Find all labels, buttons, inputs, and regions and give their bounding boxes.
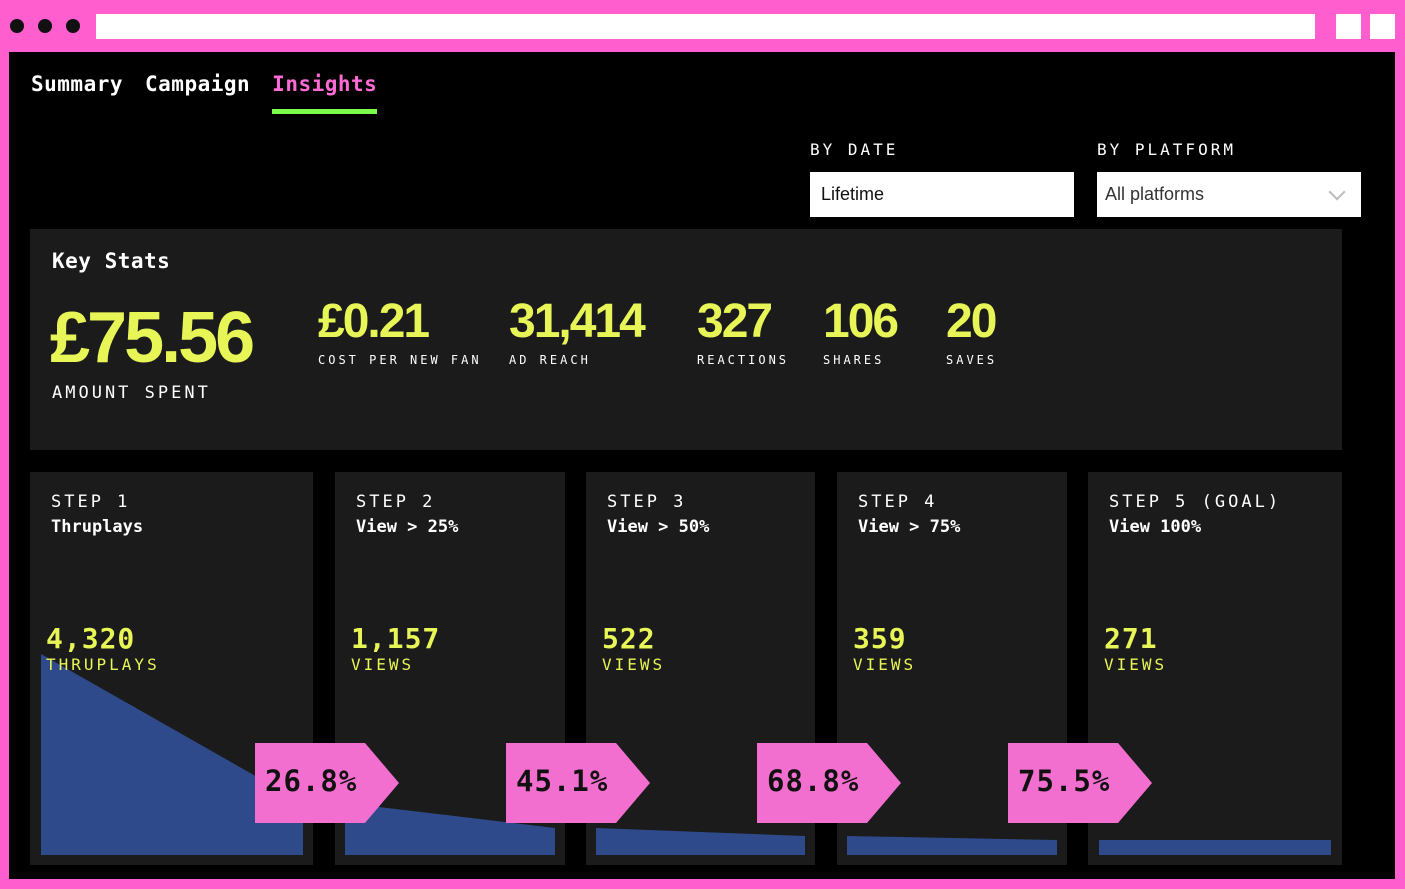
stat-value: 31,414	[509, 295, 646, 348]
step-number: STEP 1	[51, 492, 131, 512]
key-stats-panel: Key Stats £75.56 AMOUNT SPENT £0.21 COST…	[30, 229, 1342, 450]
date-filter-label: BY DATE	[810, 140, 899, 159]
conversion-rate: 26.8%	[265, 764, 358, 798]
stat-ad-reach: 31,414 AD REACH	[509, 295, 646, 368]
date-select[interactable]: Lifetime	[810, 172, 1074, 217]
stat-label: AD REACH	[509, 353, 591, 367]
window-dot-icon[interactable]	[10, 19, 24, 33]
stat-label: REACTIONS	[697, 353, 790, 367]
step-name: View > 75%	[858, 517, 961, 537]
step-unit: VIEWS	[853, 655, 917, 674]
step-name: View 100%	[1109, 517, 1202, 537]
key-stats-title: Key Stats	[52, 249, 171, 273]
tab-campaign[interactable]: Campaign	[145, 72, 250, 112]
tab-summary[interactable]: Summary	[31, 72, 123, 112]
stat-shares: 106 SHARES	[823, 295, 899, 368]
amount-spent-value: £75.56	[50, 298, 255, 378]
stat-label: SHARES	[823, 353, 885, 367]
step-value: 4,320	[46, 622, 136, 655]
step-name: Thruplays	[51, 517, 144, 537]
stat-label: COST PER NEW FAN	[318, 353, 482, 367]
stat-label: SAVES	[946, 353, 998, 367]
step-number: STEP 4	[858, 492, 938, 512]
window-button[interactable]	[1336, 14, 1361, 39]
tab-insights[interactable]: Insights	[272, 72, 378, 114]
step-unit: VIEWS	[602, 655, 666, 674]
step-name: View > 50%	[607, 517, 710, 537]
stat-value: 106	[823, 295, 899, 348]
step-name: View > 25%	[356, 517, 459, 537]
step-number: STEP 3	[607, 492, 687, 512]
window-dot-icon[interactable]	[38, 19, 52, 33]
funnel-panel: STEP 1 Thruplays STEP 2 View > 25% STEP …	[30, 472, 1342, 865]
tab-bar: Summary Campaign Insights	[31, 72, 378, 114]
conversion-rate: 45.1%	[516, 764, 609, 798]
platform-select-value: All platforms	[1105, 184, 1205, 204]
step-value: 1,157	[351, 622, 441, 655]
stat-cost-per-fan: £0.21 COST PER NEW FAN	[318, 295, 482, 368]
step-number: STEP 5 (GOAL)	[1109, 492, 1282, 512]
address-bar[interactable]	[96, 14, 1315, 39]
step-number: STEP 2	[356, 492, 436, 512]
step-value: 522	[602, 622, 656, 655]
conversion-badge: 26.8%	[255, 743, 399, 823]
platform-filter-label: BY PLATFORM	[1097, 140, 1236, 159]
stat-value: £0.21	[318, 295, 430, 348]
conversion-rate: 68.8%	[767, 764, 860, 798]
app-window: Summary Campaign Insights BY DATE Lifeti…	[9, 52, 1395, 879]
window-button[interactable]	[1370, 14, 1395, 39]
conversion-badge: 75.5%	[1008, 743, 1152, 823]
stat-value: 327	[697, 295, 773, 348]
conversion-badge: 45.1%	[506, 743, 650, 823]
conversion-rate: 75.5%	[1018, 764, 1111, 798]
step-value: 359	[853, 622, 907, 655]
chevron-down-icon	[1328, 183, 1346, 201]
step-value: 271	[1104, 622, 1158, 655]
date-select-value: Lifetime	[821, 184, 885, 204]
stat-reactions: 327 REACTIONS	[697, 295, 790, 368]
window-dot-icon[interactable]	[66, 19, 80, 33]
step-unit: VIEWS	[1104, 655, 1168, 674]
window-controls	[10, 19, 80, 33]
amount-spent-label: AMOUNT SPENT	[52, 383, 211, 403]
step-unit: THRUPLAYS	[46, 655, 160, 674]
step-unit: VIEWS	[351, 655, 415, 674]
stat-saves: 20 SAVES	[946, 295, 998, 368]
conversion-badge: 68.8%	[757, 743, 901, 823]
stat-value: 20	[946, 295, 997, 348]
platform-select[interactable]: All platforms	[1097, 172, 1361, 217]
